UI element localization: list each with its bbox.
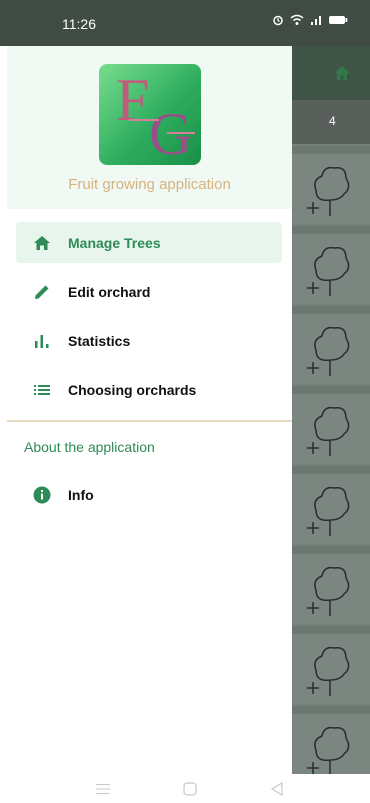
menu-item-edit-orchard[interactable]: Edit orchard: [16, 271, 282, 312]
status-time: 11:26: [62, 16, 96, 32]
home-icon: [33, 234, 51, 252]
status-bar: 11:26: [0, 0, 370, 46]
tree-add-icon: [307, 246, 350, 296]
menu-item-label: Choosing orchards: [68, 382, 197, 398]
menu-item-label: Statistics: [68, 333, 131, 349]
menu-item-label: Edit orchard: [68, 284, 151, 300]
menu-item-info[interactable]: Info: [16, 474, 282, 515]
drawer-header: F G Fruit growing application: [7, 46, 292, 209]
tree-count: 4: [329, 114, 336, 128]
menu-item-manage-trees[interactable]: Manage Trees: [16, 222, 282, 263]
pencil-icon: [33, 283, 51, 301]
wifi-icon: [290, 14, 304, 26]
section-title-about: About the application: [24, 439, 155, 455]
home-icon[interactable]: [333, 65, 351, 86]
tree-tile[interactable]: [292, 466, 370, 544]
menu-item-label: Manage Trees: [68, 235, 161, 251]
app-logo: F G: [99, 64, 201, 165]
tree-tile[interactable]: [292, 706, 370, 774]
alarm-icon: [272, 14, 284, 26]
menu-item-statistics[interactable]: Statistics: [16, 320, 282, 361]
menu-item-label: Info: [68, 487, 94, 503]
app-toolbar: [292, 46, 370, 100]
tree-add-icon: [307, 326, 350, 376]
system-nav-bar: [0, 774, 370, 803]
dimmed-app-background[interactable]: 4: [292, 46, 370, 774]
tree-tile[interactable]: [292, 546, 370, 624]
menu-nav-icon[interactable]: [96, 782, 110, 800]
tree-tile[interactable]: [292, 626, 370, 704]
tree-add-icon: [307, 166, 350, 216]
tree-add-icon: [307, 486, 350, 536]
tree-add-icon: [307, 406, 350, 456]
battery-icon: [328, 14, 348, 26]
tree-tile[interactable]: [292, 386, 370, 464]
list-icon: [33, 381, 51, 399]
tree-add-icon: [307, 726, 350, 774]
tree-tile[interactable]: [292, 306, 370, 384]
bar-chart-icon: [33, 332, 51, 350]
tree-add-icon: [307, 646, 350, 696]
navigation-drawer: F G Fruit growing application Manage Tre…: [7, 46, 292, 774]
signal-icon: [310, 14, 322, 26]
tree-add-icon: [307, 566, 350, 616]
home-nav-icon[interactable]: [183, 782, 197, 801]
info-icon: [33, 486, 51, 504]
app-name: Fruit growing application: [68, 176, 231, 193]
back-nav-icon[interactable]: [270, 781, 284, 801]
menu-item-choosing-orchards[interactable]: Choosing orchards: [16, 369, 282, 410]
tree-tile[interactable]: [292, 226, 370, 304]
tree-tile[interactable]: [292, 146, 370, 224]
drawer-divider: [7, 420, 292, 422]
